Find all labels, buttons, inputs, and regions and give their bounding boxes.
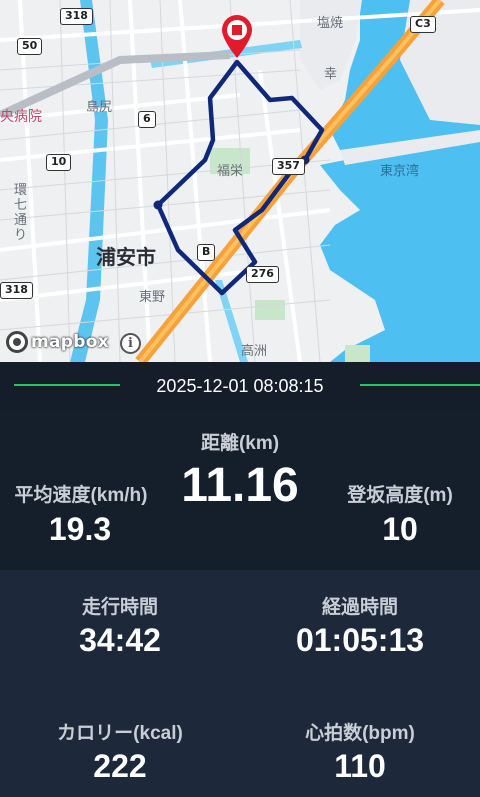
road-shield: 50 [17,38,43,55]
date-header: 2025-12-01 08:08:15 [0,362,480,410]
climb-label: 登坂高度(m) [347,485,453,506]
park-3 [345,345,370,362]
elapsed-time-value: 01:05:13 [295,622,425,658]
road-shield: 276 [246,266,279,283]
map-label: 東野 [139,290,166,305]
map-label: 幸 [324,67,338,82]
info-icon[interactable]: i [120,333,141,354]
mapbox-logo[interactable]: mapbox [6,331,109,353]
road-shield: C3 [410,16,436,33]
elapsed-time-label: 経過時間 [321,597,398,618]
primary-stats: 距離(km) 11.16 平均速度(km/h) 19.3 登坂高度(m) 10 [0,410,480,570]
map-label-water: 東京湾 [380,164,420,179]
avg-speed-label: 平均速度(km/h) [14,485,148,506]
map-label-city: 浦安市 [96,245,156,269]
route-map[interactable]: 塩焼 幸 島尻 央病院 福栄 東京湾 浦安市 環七通り 東野 高洲 318 50… [0,0,480,362]
activity-date: 2025-12-01 08:08:15 [156,375,324,396]
heart-rate-value: 110 [334,748,386,784]
map-pin-icon[interactable] [220,14,254,60]
moving-time-value: 34:42 [79,622,161,658]
heart-rate-label: 心拍数(bpm) [305,723,415,744]
avg-speed-value: 19.3 [48,511,112,547]
road-shield: 318 [0,282,33,299]
stats-panel: 2025-12-01 08:08:15 距離(km) 11.16 平均速度(km… [0,362,480,797]
map-label-hospital: 央病院 [0,109,42,125]
map-label: 島尻 [86,100,113,115]
distance-value: 11.16 [181,459,299,512]
road-shield: 10 [46,154,72,171]
secondary-stats: 走行時間 34:42 経過時間 01:05:13 カロリー(kcal) 222 … [0,570,480,797]
moving-time-label: 走行時間 [81,597,158,618]
calories-label: カロリー(kcal) [57,723,183,744]
mapbox-icon [6,331,28,353]
road-shield: 357 [272,158,305,175]
map-label: 高洲 [241,344,268,359]
climb-value: 10 [382,511,418,547]
calories-value: 222 [93,748,147,784]
activity-summary-screen: 塩焼 幸 島尻 央病院 福栄 東京湾 浦安市 環七通り 東野 高洲 318 50… [0,0,480,797]
park-2 [255,300,285,320]
distance-label: 距離(km) [200,433,280,454]
divider-line [360,384,480,386]
route-point [153,200,163,210]
map-label: 塩焼 [317,16,344,31]
road-shield: 318 [60,8,93,25]
map-label-street: 環七通り [14,183,28,243]
road-shield: 6 [138,111,156,128]
map-label: 福栄 [217,164,244,179]
road-shield: B [197,244,216,261]
mapbox-text: mapbox [31,332,109,352]
divider-line [14,384,120,386]
